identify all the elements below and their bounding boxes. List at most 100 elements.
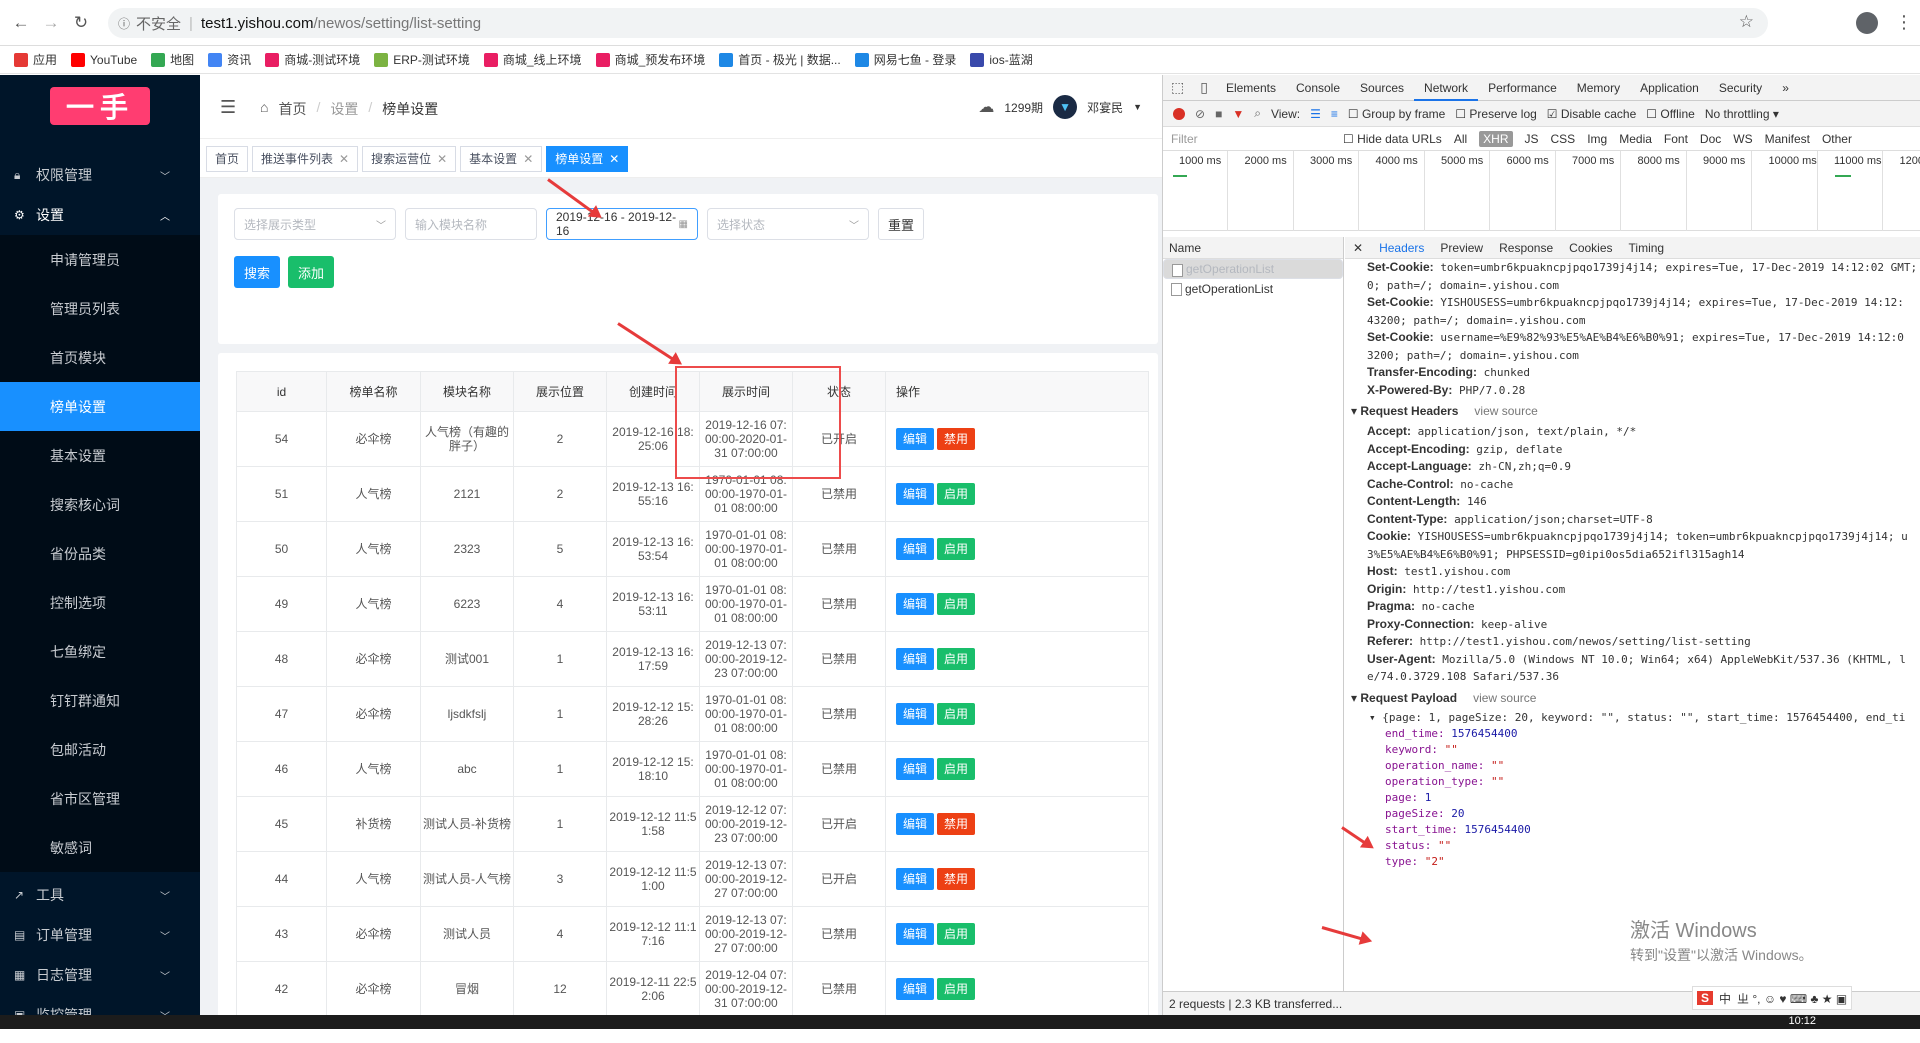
reload-icon[interactable]: ↻ (70, 12, 92, 34)
enable-button[interactable]: 启用 (937, 703, 975, 725)
forward-icon[interactable]: → (40, 12, 62, 34)
cloud-download-icon[interactable]: ☁ (978, 97, 994, 117)
disable-cache[interactable]: ☑ Disable cache (1547, 107, 1636, 121)
menu-settings[interactable]: ⚙ 设置 ︿ (0, 195, 200, 235)
request-payload-section[interactable]: ▾ Request Payloadview source (1345, 686, 1920, 710)
browser-menu-icon[interactable]: ⋮ (1895, 12, 1913, 33)
devtools-tab[interactable]: » (1772, 75, 1799, 101)
menu-logs[interactable]: ▦ 日志管理 ﹀ (0, 955, 200, 995)
search-button[interactable]: 搜索 (234, 256, 280, 288)
edit-button[interactable]: 编辑 (896, 703, 934, 725)
inspect-icon[interactable]: ⬚ (1163, 79, 1192, 96)
request-headers-section[interactable]: ▾ Request Headersview source (1345, 399, 1920, 423)
detail-tab[interactable]: Cookies (1569, 241, 1612, 255)
filter-type[interactable]: Img (1587, 132, 1607, 146)
edit-button[interactable]: 编辑 (896, 483, 934, 505)
edit-button[interactable]: 编辑 (896, 923, 934, 945)
profile-avatar-icon[interactable] (1856, 12, 1878, 34)
clear-icon[interactable]: ⊘ (1195, 107, 1205, 121)
crumb-home[interactable]: 首页 (278, 99, 306, 119)
filter-type[interactable]: Other (1822, 132, 1852, 146)
bookmark-item[interactable]: 资讯 (208, 51, 251, 68)
devtools-tab[interactable]: Memory (1567, 75, 1630, 101)
devtools-tab[interactable]: Sources (1350, 75, 1414, 101)
info-icon[interactable]: ⓘ (118, 15, 130, 32)
filter-type[interactable]: ☐ Hide data URLs (1343, 132, 1442, 146)
bookmark-item[interactable]: 商城-测试环境 (265, 51, 360, 68)
group-by-frame[interactable]: ☐ Group by frame (1348, 107, 1445, 121)
filter-icon[interactable]: ▼ (1232, 107, 1244, 121)
devtools-tab[interactable]: Performance (1478, 75, 1567, 101)
edit-button[interactable]: 编辑 (896, 868, 934, 890)
bookmark-item[interactable]: 应用 (14, 51, 57, 68)
bookmark-star-icon[interactable]: ☆ (1739, 12, 1754, 32)
username[interactable]: 邓宴民 (1087, 99, 1123, 116)
devtools-tab[interactable]: Network (1414, 75, 1478, 101)
menu-permission[interactable]: 🔒︎ 权限管理 ﹀ (0, 155, 200, 195)
type-select[interactable]: 选择展示类型﹀ (234, 208, 396, 240)
sidebar-subitem[interactable]: 基本设置 (0, 431, 200, 480)
bookmark-item[interactable]: 商城_预发布环境 (596, 51, 706, 68)
filter-input[interactable]: Filter (1171, 132, 1331, 146)
sidebar-subitem[interactable]: 省市区管理 (0, 774, 200, 823)
close-icon[interactable]: ✕ (609, 152, 619, 166)
enable-button[interactable]: 启用 (937, 483, 975, 505)
bookmark-item[interactable]: 商城_线上环境 (484, 51, 582, 68)
camera-icon[interactable]: ■ (1215, 107, 1222, 121)
disable-button[interactable]: 禁用 (937, 428, 975, 450)
close-icon[interactable]: ✕ (437, 152, 447, 166)
sidebar-subitem[interactable]: 管理员列表 (0, 284, 200, 333)
devtools-tab[interactable]: Security (1709, 75, 1772, 101)
status-select[interactable]: 选择状态﹀ (707, 208, 869, 240)
sidebar-subitem[interactable]: 控制选项 (0, 578, 200, 627)
page-tab[interactable]: 榜单设置✕ (546, 146, 628, 172)
page-tab[interactable]: 搜索运营位✕ (362, 146, 456, 172)
devtools-tab[interactable]: Console (1286, 75, 1350, 101)
filter-type[interactable]: XHR (1479, 131, 1512, 147)
view-source-link[interactable]: view source (1473, 691, 1536, 705)
page-tab[interactable]: 首页 (206, 146, 248, 172)
edit-button[interactable]: 编辑 (896, 648, 934, 670)
disable-button[interactable]: 禁用 (937, 813, 975, 835)
bookmark-item[interactable]: 网易七鱼 - 登录 (855, 51, 957, 68)
date-range-picker[interactable]: 2019-12-16 - 2019-12-16▦ (546, 208, 698, 240)
payload-summary[interactable]: ▾ {page: 1, pageSize: 20, keyword: "", s… (1345, 710, 1920, 726)
caret-down-icon[interactable]: ▼ (1133, 102, 1142, 112)
detail-tab[interactable]: Response (1499, 241, 1553, 255)
avatar[interactable]: ▼ (1053, 95, 1077, 119)
menu-orders[interactable]: ▤ 订单管理 ﹀ (0, 915, 200, 955)
sidebar-subitem[interactable]: 省份品类 (0, 529, 200, 578)
disable-button[interactable]: 禁用 (937, 868, 975, 890)
close-icon[interactable]: ✕ (523, 152, 533, 166)
module-input[interactable]: 输入模块名称 (405, 208, 537, 240)
enable-button[interactable]: 启用 (937, 758, 975, 780)
filter-type[interactable]: Font (1664, 132, 1688, 146)
detail-tab[interactable]: Timing (1629, 241, 1665, 255)
sidebar-subitem[interactable]: 榜单设置 (0, 382, 200, 431)
reset-button[interactable]: 重置 (878, 208, 924, 240)
record-icon[interactable] (1173, 108, 1185, 120)
preserve-log[interactable]: ☐ Preserve log (1455, 107, 1536, 121)
enable-button[interactable]: 启用 (937, 978, 975, 1000)
hamburger-icon[interactable]: ☰ (220, 97, 236, 118)
bookmark-item[interactable]: 首页 - 极光 | 数据... (719, 51, 840, 68)
sidebar-subitem[interactable]: 搜索核心词 (0, 480, 200, 529)
list-view-icon[interactable]: ☰ (1310, 107, 1321, 121)
filter-type[interactable]: Manifest (1765, 132, 1810, 146)
back-icon[interactable]: ← (10, 12, 32, 34)
enable-button[interactable]: 启用 (937, 648, 975, 670)
close-icon[interactable]: ✕ (1353, 241, 1363, 255)
devtools-tab[interactable]: Elements (1216, 75, 1286, 101)
view-source-link[interactable]: view source (1474, 404, 1537, 418)
menu-tools[interactable]: ↗ 工具 ﹀ (0, 875, 200, 915)
name-column-header[interactable]: Name (1163, 237, 1343, 259)
edit-button[interactable]: 编辑 (896, 978, 934, 1000)
detail-tab[interactable]: Headers (1379, 241, 1424, 255)
filter-type[interactable]: WS (1733, 132, 1752, 146)
sidebar-subitem[interactable]: 钉钉群通知 (0, 676, 200, 725)
sidebar-subitem[interactable]: 申请管理员 (0, 235, 200, 284)
address-bar[interactable]: ⓘ 不安全 | test1.yishou.com /newos/setting/… (108, 8, 1768, 38)
device-icon[interactable]: ▯ (1192, 79, 1216, 96)
filter-type[interactable]: Media (1619, 132, 1652, 146)
close-icon[interactable]: ✕ (339, 152, 349, 166)
